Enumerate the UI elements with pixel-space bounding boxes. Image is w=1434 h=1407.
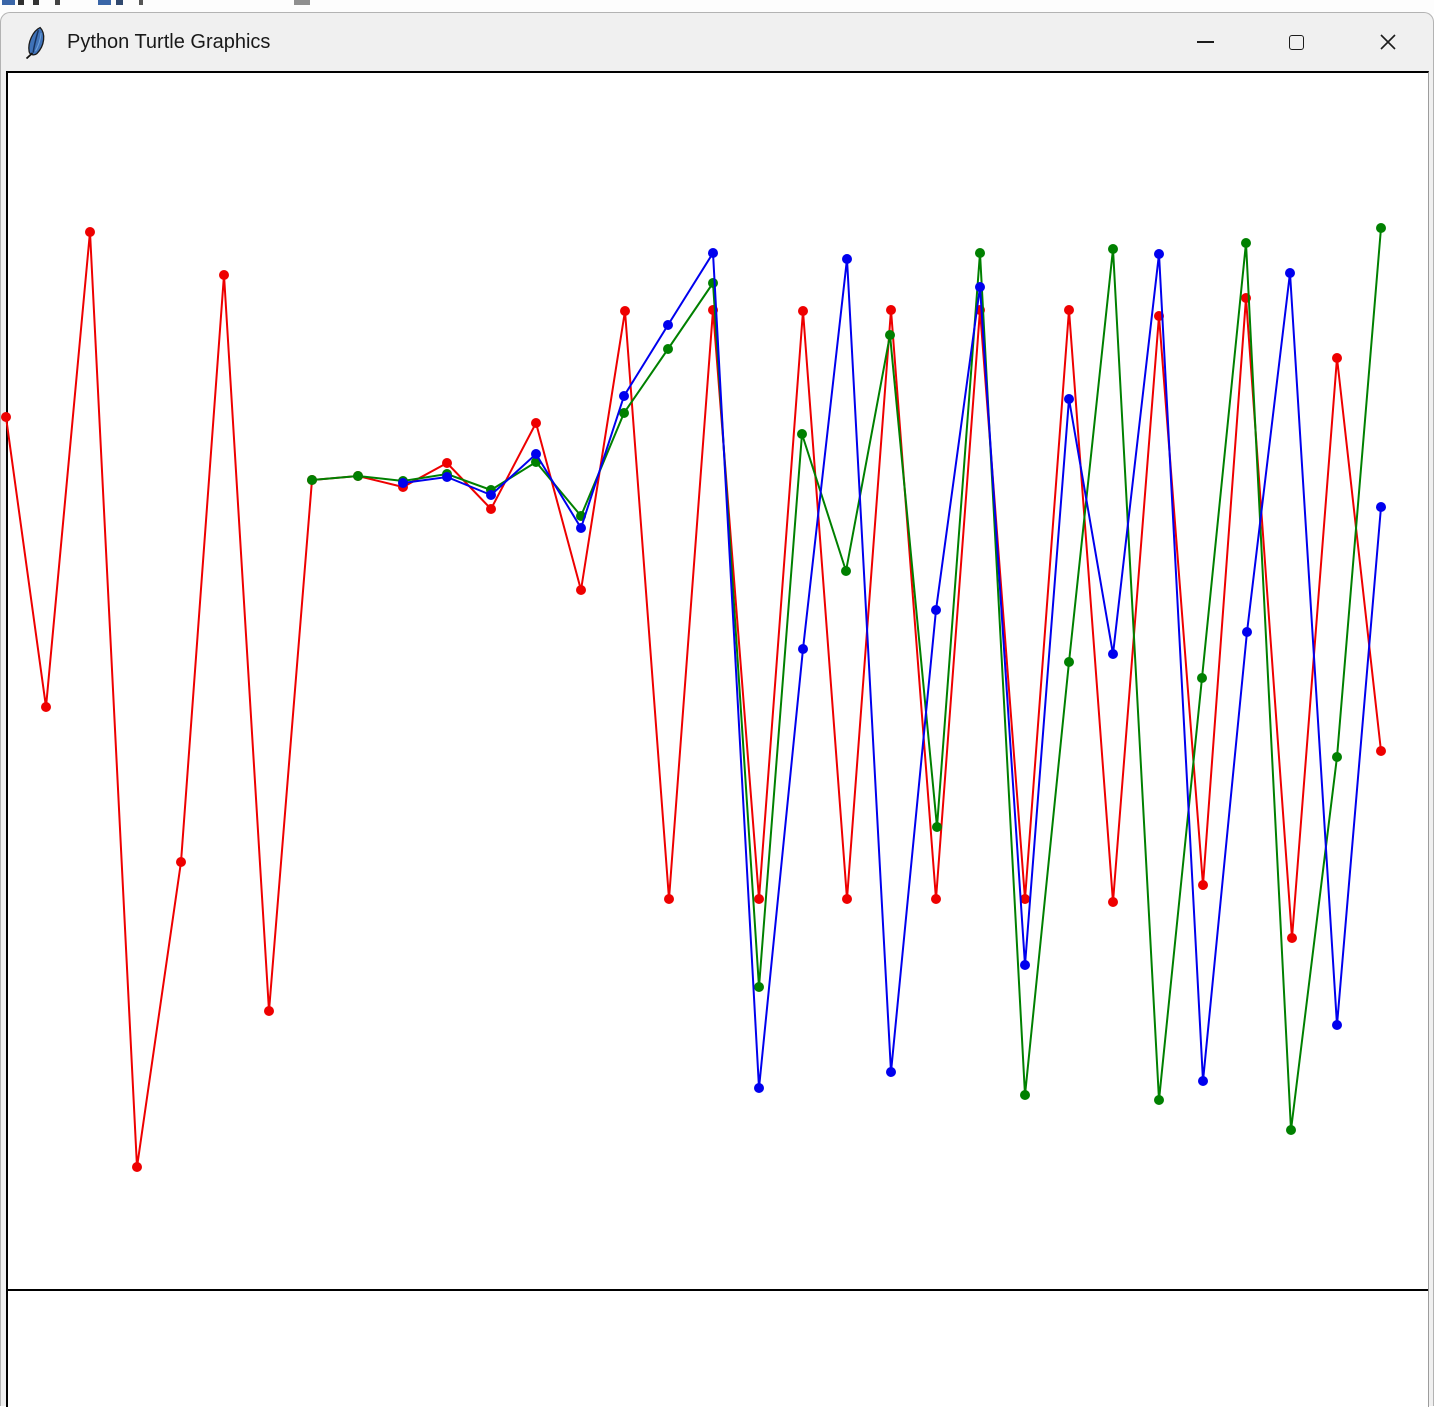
background-window-mark xyxy=(98,0,111,5)
window-controls xyxy=(1160,13,1433,71)
close-icon xyxy=(1379,34,1396,50)
background-window-mark xyxy=(294,0,310,5)
titlebar[interactable]: Python Turtle Graphics xyxy=(1,13,1433,71)
background-window-mark xyxy=(18,0,24,5)
background-window-mark xyxy=(55,0,60,5)
background-window-mark xyxy=(33,0,39,5)
minimize-button[interactable] xyxy=(1160,13,1251,71)
minimize-icon xyxy=(1197,41,1214,43)
maximize-button[interactable] xyxy=(1251,13,1342,71)
turtle-canvas xyxy=(6,71,1429,1407)
background-window-mark xyxy=(2,0,15,5)
turtle-graphics-window: Python Turtle Graphics xyxy=(0,12,1434,1407)
background-window-mark xyxy=(139,0,143,5)
python-feather-icon xyxy=(25,26,45,59)
close-button[interactable] xyxy=(1342,13,1433,71)
window-title: Python Turtle Graphics xyxy=(67,30,271,53)
background-window-mark xyxy=(116,0,123,5)
maximize-icon xyxy=(1289,34,1304,50)
